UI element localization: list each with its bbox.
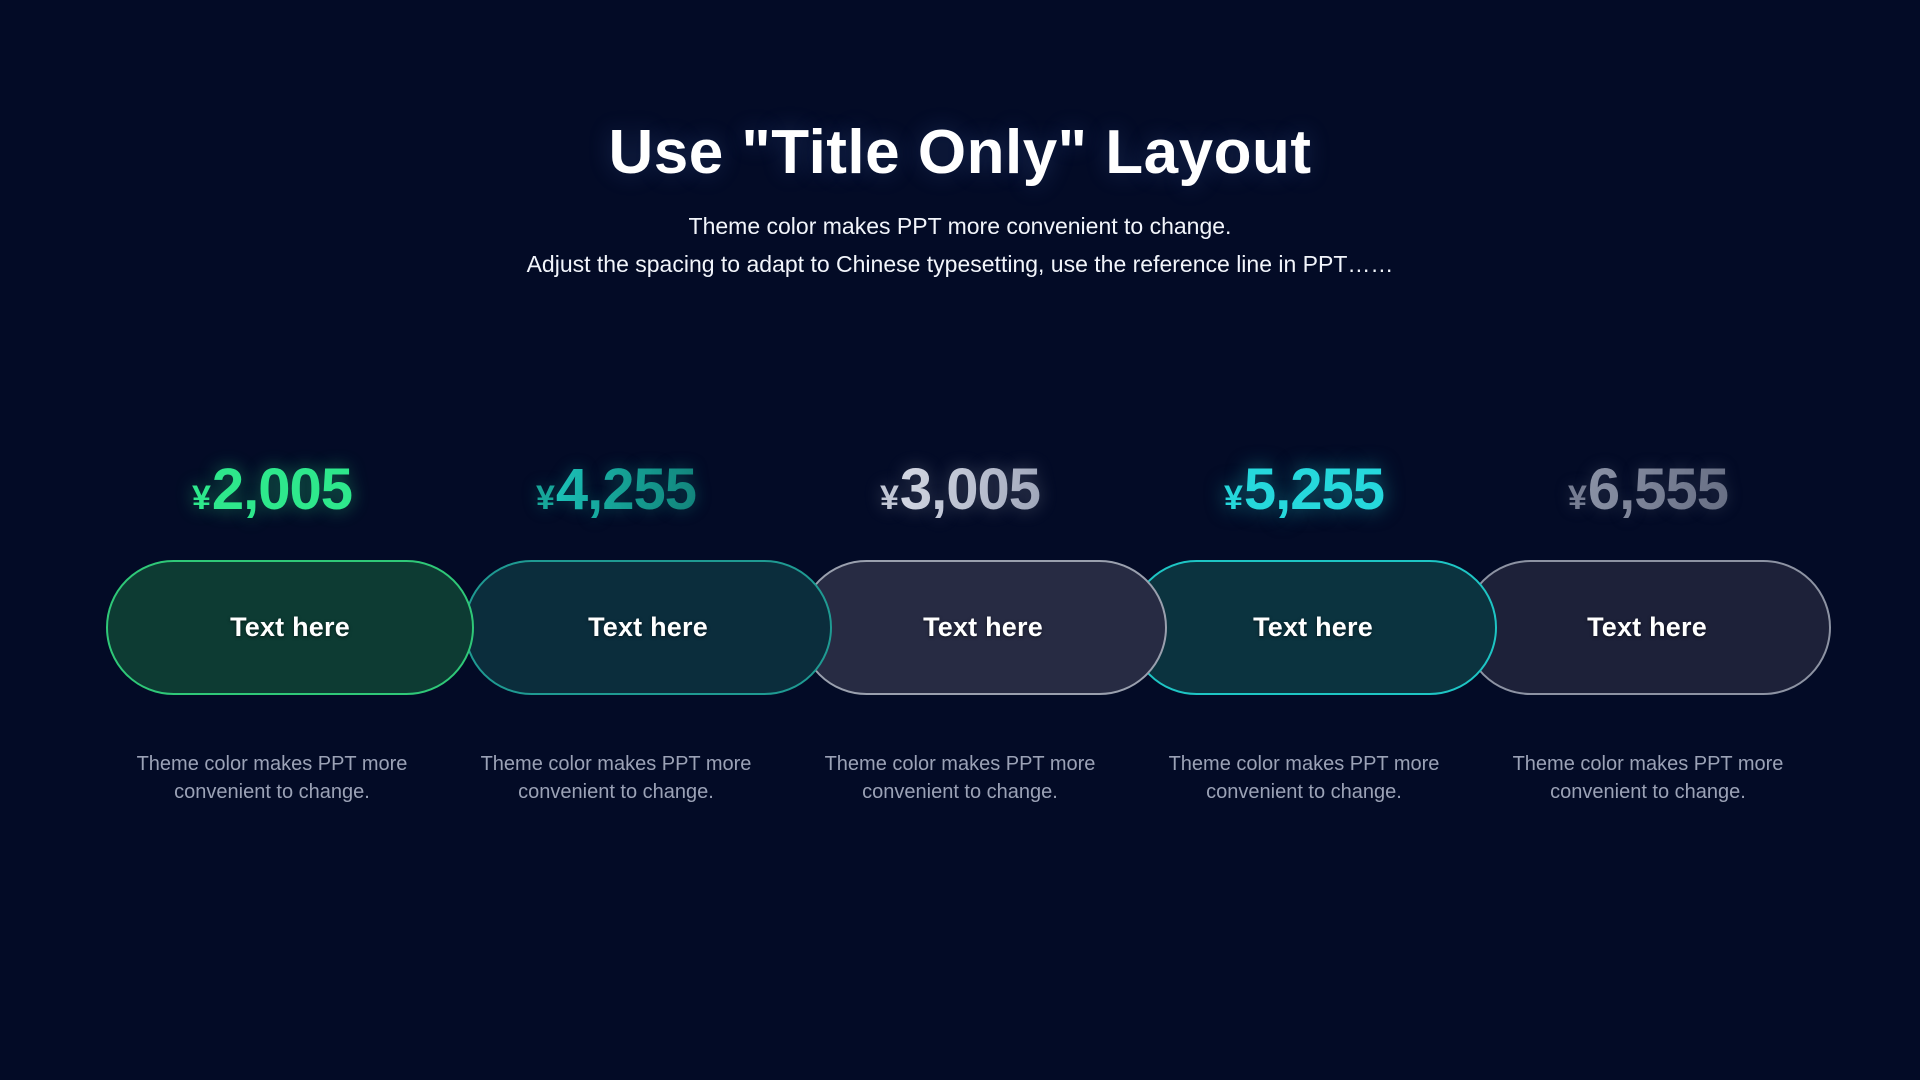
price-value-3: ¥3,005: [879, 457, 1041, 522]
caption-cell-3: Theme color makes PPT more convenient to…: [788, 750, 1132, 807]
price-row: ¥2,005 ¥4,255 ¥3,005 ¥5,255 ¥6,555: [100, 447, 1820, 519]
price-cell-5: ¥6,555: [1476, 447, 1820, 519]
subtitle-line-2: Adjust the spacing to adapt to Chinese t…: [526, 250, 1394, 277]
price-amount-3: 3,005: [899, 457, 1041, 522]
caption-cell-4: Theme color makes PPT more convenient to…: [1132, 750, 1476, 807]
pill-label-5: Text here: [1587, 612, 1707, 642]
price-value-1: ¥2,005: [191, 457, 353, 522]
price-value-5: ¥6,555: [1567, 457, 1729, 522]
yen-icon: ¥: [1223, 479, 1243, 517]
caption-cell-2: Theme color makes PPT more convenient to…: [444, 750, 788, 807]
pill-label-4: Text here: [1253, 612, 1373, 642]
caption-text-4: Theme color makes PPT more convenient to…: [1168, 753, 1440, 804]
pill-label-3: Text here: [923, 612, 1043, 642]
yen-icon: ¥: [535, 479, 555, 517]
price-value-2: ¥4,255: [535, 457, 697, 522]
page-title: Use "Title Only" Layout: [608, 118, 1312, 187]
yen-icon: ¥: [879, 479, 899, 517]
price-value-4: ¥5,255: [1223, 457, 1385, 522]
pill-label-1: Text here: [230, 612, 350, 642]
price-amount-5: 6,555: [1587, 457, 1729, 522]
pill-row: Text here Text here Text here Text here …: [0, 560, 1920, 695]
caption-row: Theme color makes PPT more convenient to…: [100, 750, 1820, 807]
yen-icon: ¥: [1567, 479, 1587, 517]
pill-item-1[interactable]: Text here: [106, 560, 474, 695]
slide-canvas: Use "Title Only" Layout Theme color make…: [0, 0, 1920, 1080]
price-amount-4: 5,255: [1243, 457, 1385, 522]
price-amount-1: 2,005: [211, 457, 353, 522]
subtitle-block: Theme color makes PPT more convenient to…: [0, 208, 1920, 284]
caption-cell-1: Theme color makes PPT more convenient to…: [100, 750, 444, 807]
pill-label-2: Text here: [588, 612, 708, 642]
price-cell-4: ¥5,255: [1132, 447, 1476, 519]
pill-item-3[interactable]: Text here: [799, 560, 1167, 695]
pill-item-2[interactable]: Text here: [464, 560, 832, 695]
pill-item-4[interactable]: Text here: [1129, 560, 1497, 695]
caption-text-1: Theme color makes PPT more convenient to…: [136, 753, 408, 804]
price-cell-1: ¥2,005: [100, 447, 444, 519]
caption-text-2: Theme color makes PPT more convenient to…: [480, 753, 752, 804]
yen-icon: ¥: [191, 479, 211, 517]
subtitle-line-1: Theme color makes PPT more convenient to…: [688, 213, 1232, 239]
price-cell-3: ¥3,005: [788, 447, 1132, 519]
price-cell-2: ¥4,255: [444, 447, 788, 519]
caption-text-3: Theme color makes PPT more convenient to…: [824, 753, 1096, 804]
slide-header: Use "Title Only" Layout Theme color make…: [0, 0, 1920, 284]
caption-text-5: Theme color makes PPT more convenient to…: [1512, 753, 1784, 804]
caption-cell-5: Theme color makes PPT more convenient to…: [1476, 750, 1820, 807]
pill-item-5[interactable]: Text here: [1463, 560, 1831, 695]
price-amount-2: 4,255: [555, 457, 697, 522]
